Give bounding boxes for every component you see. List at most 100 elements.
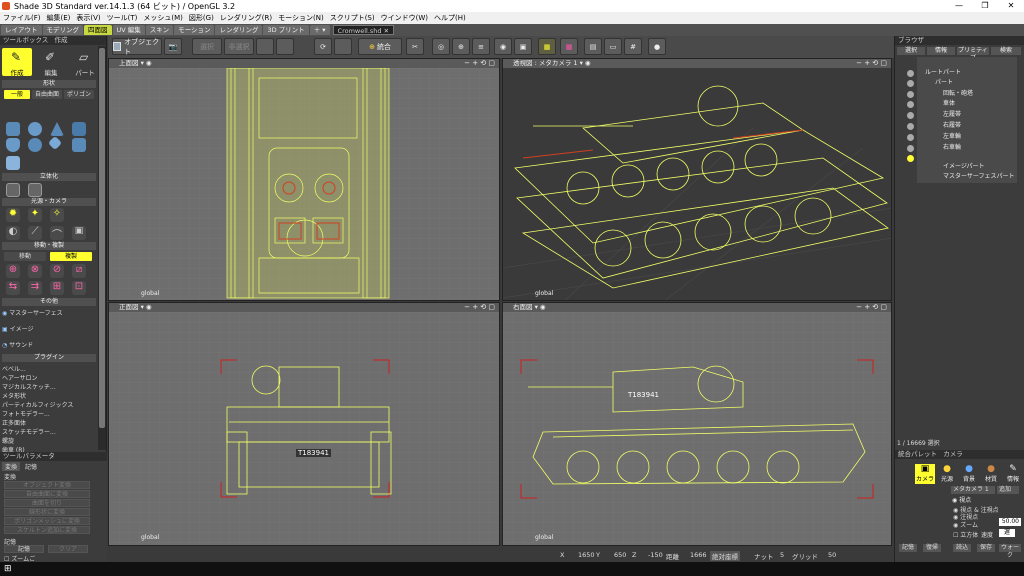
visibility-icon[interactable] [907, 91, 914, 98]
visibility-icon[interactable] [907, 134, 914, 141]
browser-tab-primitive[interactable]: プリミティブ [957, 47, 989, 62]
tree-item[interactable]: 右履帯 [943, 121, 961, 130]
convert-button[interactable]: 曲面を切り [4, 499, 90, 507]
camera-object-icon[interactable]: ▣ [72, 226, 86, 240]
plugin-item[interactable]: ヘアーサロン [2, 373, 38, 382]
number-button[interactable]: # [624, 38, 642, 55]
polygon-icon[interactable] [6, 156, 20, 170]
sun-light-icon[interactable]: ✹ [6, 208, 20, 222]
convert-button[interactable]: オブジェクト変換 [4, 481, 90, 489]
camera-restore-button[interactable]: 復帰 [923, 544, 941, 552]
shape-freeform-button[interactable]: 自由曲面 [32, 90, 62, 99]
visibility-icon[interactable] [907, 80, 914, 87]
menu-motion[interactable]: モーション(N) [275, 13, 327, 23]
plugin-item[interactable]: メタ形状 [2, 391, 26, 400]
browser-tab-select[interactable]: 選択 [897, 47, 925, 55]
viewport-controls[interactable]: − + ⟲ ▢ [464, 59, 495, 68]
target-button[interactable]: ◎ [432, 38, 450, 55]
shear-icon[interactable]: ⧄ [72, 264, 86, 278]
menu-shape[interactable]: 図形(G) [186, 13, 217, 23]
section-other[interactable]: その他 [2, 298, 96, 306]
palette-camera-button[interactable]: ▣ カメラ [915, 464, 935, 484]
menu-help[interactable]: ヘルプ(H) [431, 13, 469, 23]
clear-button[interactable]: クリア [48, 545, 88, 553]
extrude-icon[interactable] [6, 183, 20, 197]
visibility-icon[interactable] [907, 155, 914, 162]
tree-item[interactable]: 右車輪 [943, 143, 961, 152]
menu-mesh[interactable]: メッシュ(M) [140, 13, 186, 23]
merge-select[interactable]: ⊕ 統合 [358, 38, 402, 55]
section-solid[interactable]: 立体化 [2, 173, 96, 181]
menu-render[interactable]: レンダリング(R) [217, 13, 275, 23]
params-tab-convert[interactable]: 変換 [2, 462, 21, 471]
visibility-icon[interactable] [907, 101, 914, 108]
tab-rendering[interactable]: レンダリング [215, 25, 263, 35]
box-icon[interactable] [6, 122, 20, 136]
shape-general-button[interactable]: 一般 [4, 90, 30, 99]
viewport-controls[interactable]: − + ⟲ ▢ [856, 59, 887, 68]
memory-button[interactable]: 記憶 [4, 545, 44, 553]
plugin-item[interactable]: 正多面体 [2, 418, 26, 427]
object-mode-button[interactable]: オブジェクト [112, 38, 162, 56]
plugin-item[interactable]: パーティカルフィジックス [2, 400, 73, 409]
tree-item[interactable]: マスターサーフェスパート [943, 172, 1015, 181]
camera-load-button[interactable]: 読込 [953, 544, 971, 552]
tab-skin[interactable]: スキン [145, 25, 174, 35]
viewport-controls[interactable]: − + ⟲ ▢ [856, 303, 887, 312]
table-button[interactable]: ▤ [584, 38, 602, 55]
file-tab[interactable]: Cromwell.shd ✕ [332, 25, 395, 35]
sound-item[interactable]: ◔ サウンド [2, 340, 33, 349]
line-light-icon[interactable]: ⟋ [28, 226, 42, 240]
viewport-perspective[interactable]: 透視図 : メタカメラ 1 ▾ ◉ − + ⟲ ▢ global [502, 58, 892, 301]
visibility-icon[interactable] [907, 123, 914, 130]
convert-button[interactable]: スケルトン追加に変換 [4, 526, 90, 534]
tool-c-button[interactable] [334, 38, 352, 55]
tab-motion[interactable]: モーション [174, 25, 215, 35]
spot-light-icon[interactable]: ✧ [50, 208, 64, 222]
browser-tab-info[interactable]: 情報 [927, 47, 955, 55]
minimize-button[interactable]: — [946, 0, 972, 12]
menu-file[interactable]: ファイル(F) [0, 13, 44, 23]
tab-layout[interactable]: レイアウト [1, 25, 42, 35]
camera-select[interactable]: メタカメラ 1 [951, 486, 995, 494]
menu-view[interactable]: 表示(V) [73, 13, 103, 23]
palette-bg-button[interactable]: ● 背景 [959, 464, 979, 483]
tool-b-button[interactable] [276, 38, 294, 55]
tree-item[interactable]: 車体 [943, 99, 955, 108]
tree-item[interactable]: イメージパート [943, 162, 985, 171]
tab-four-view[interactable]: 四面図 [84, 25, 112, 35]
maximize-button[interactable]: ❐ [972, 0, 998, 12]
point-light-icon[interactable]: ✦ [28, 208, 42, 222]
toolbox-scrollbar[interactable] [98, 46, 106, 450]
deform-icon[interactable]: ⊡ [72, 281, 86, 295]
camera-button[interactable]: 📷 [164, 38, 182, 55]
tool-a-button[interactable] [256, 38, 274, 55]
viewport-controls[interactable]: − + ⟲ ▢ [464, 303, 495, 312]
tree-root[interactable]: ルートパート [925, 68, 961, 77]
list-button[interactable]: ≡ [472, 38, 490, 55]
master-surface-item[interactable]: ◉ マスターサーフェス [2, 308, 63, 317]
cylinder-icon[interactable] [6, 138, 20, 152]
section-move-copy[interactable]: 移動・複製 [2, 242, 96, 250]
palette-material-button[interactable]: ● 材質 [981, 464, 1001, 483]
convert-button[interactable]: ポリゴンメッシュに変換 [4, 517, 90, 525]
part-mode-button[interactable]: ▱ パート [70, 48, 100, 77]
palette-info-button[interactable]: ✎ 情報 [1003, 464, 1023, 483]
tab-add[interactable]: ＋ ▾ [309, 25, 330, 35]
scale-icon[interactable]: ⊗ [28, 264, 42, 278]
align-icon[interactable]: ⊞ [50, 281, 64, 295]
line-icon[interactable] [47, 135, 63, 151]
array-icon[interactable]: ⇉ [28, 281, 42, 295]
four-view-button[interactable]: ▦ [538, 38, 556, 55]
mirror-icon[interactable]: ⇆ [6, 281, 20, 295]
plugin-item[interactable]: 螺旋 [2, 436, 14, 445]
tree-item[interactable]: 左車輪 [943, 132, 961, 141]
tab-3d-print[interactable]: 3D プリント [263, 25, 309, 35]
visibility-icon[interactable] [907, 70, 914, 77]
plugin-item[interactable]: スケッチモデラー... [2, 427, 56, 436]
camera-row-zoom[interactable]: ◉ ズーム [953, 520, 978, 529]
viewport-top[interactable]: 上面図 ▾ ◉ − + ⟲ ▢ global [108, 58, 500, 301]
snap-button[interactable]: ✂ [406, 38, 424, 55]
select-button[interactable]: 選択 [192, 38, 222, 55]
palette-light-button[interactable]: ● 光源 [937, 464, 957, 483]
